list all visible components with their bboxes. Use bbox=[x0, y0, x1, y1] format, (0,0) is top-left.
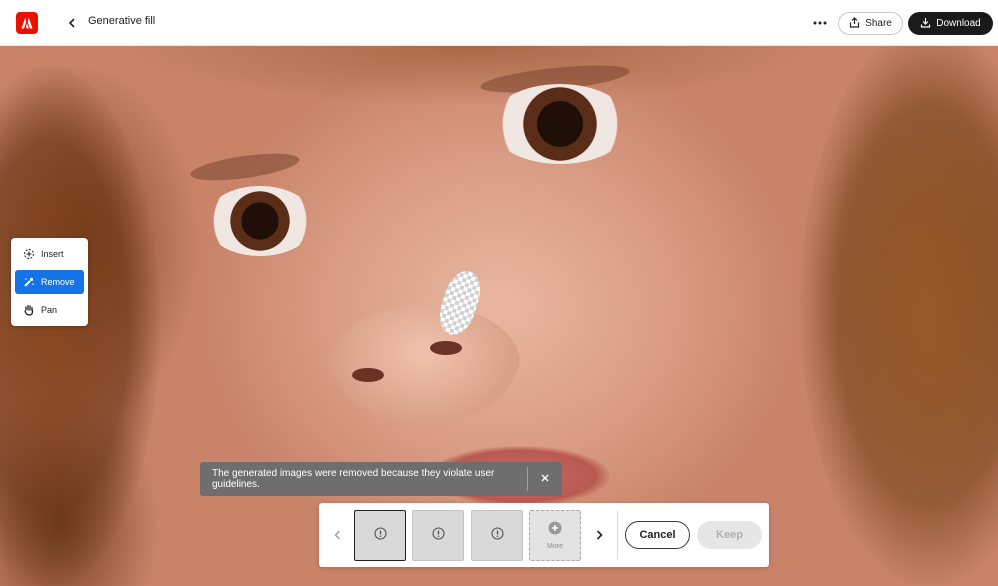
tool-insert[interactable]: Insert bbox=[15, 242, 84, 266]
nostril-right bbox=[430, 341, 462, 355]
keep-button[interactable]: Keep bbox=[697, 521, 762, 549]
tool-pan[interactable]: Pan bbox=[15, 298, 84, 322]
variant-bar: More Cancel Keep bbox=[319, 503, 769, 567]
variant-thumbnail-2[interactable] bbox=[412, 510, 464, 561]
plus-circle-icon bbox=[548, 521, 562, 540]
adobe-logo-icon[interactable] bbox=[16, 12, 38, 34]
page-title: Generative fill bbox=[88, 15, 156, 27]
nostril-left bbox=[352, 368, 384, 382]
toast-message: The generated images were removed becaus… bbox=[212, 468, 495, 490]
download-label: Download bbox=[936, 18, 981, 29]
hair-region-right bbox=[800, 46, 998, 586]
cancel-button[interactable]: Cancel bbox=[625, 521, 690, 549]
warning-icon bbox=[373, 526, 387, 545]
warning-icon bbox=[431, 526, 445, 545]
download-icon bbox=[920, 17, 931, 31]
download-button[interactable]: Download bbox=[908, 12, 993, 35]
more-options-icon[interactable] bbox=[808, 12, 832, 34]
hair-region-left bbox=[0, 66, 160, 586]
share-label: Share bbox=[865, 18, 892, 29]
nose bbox=[330, 304, 520, 424]
remove-icon bbox=[23, 276, 35, 288]
tool-remove[interactable]: Remove bbox=[15, 270, 84, 294]
eye-left bbox=[205, 186, 315, 256]
previous-variants-chevron-icon[interactable] bbox=[329, 523, 345, 547]
more-variants-button[interactable]: More bbox=[529, 510, 581, 561]
warning-icon bbox=[490, 526, 504, 545]
share-button[interactable]: Share bbox=[838, 12, 903, 35]
eye-right bbox=[490, 84, 630, 164]
back-chevron-icon[interactable] bbox=[62, 13, 82, 33]
next-variants-chevron-icon[interactable] bbox=[591, 523, 607, 547]
eyebrow-left bbox=[189, 148, 301, 186]
hair-region-top bbox=[120, 46, 820, 106]
tool-insert-label: Insert bbox=[41, 249, 64, 259]
guideline-toast: The generated images were removed becaus… bbox=[200, 462, 562, 496]
toast-close-button[interactable] bbox=[528, 462, 562, 496]
top-bar: Generative fill Share Download bbox=[0, 0, 998, 46]
variant-thumbnail-1[interactable] bbox=[354, 510, 406, 561]
insert-icon bbox=[23, 248, 35, 260]
hand-icon bbox=[23, 304, 35, 316]
tool-remove-label: Remove bbox=[41, 277, 75, 287]
bar-divider bbox=[617, 511, 618, 559]
share-icon bbox=[849, 16, 860, 31]
more-label: More bbox=[547, 543, 563, 550]
tool-pan-label: Pan bbox=[41, 305, 58, 315]
variant-thumbnail-3[interactable] bbox=[471, 510, 523, 561]
tool-panel: Insert Remove Pan bbox=[11, 238, 88, 326]
close-icon bbox=[541, 474, 549, 485]
